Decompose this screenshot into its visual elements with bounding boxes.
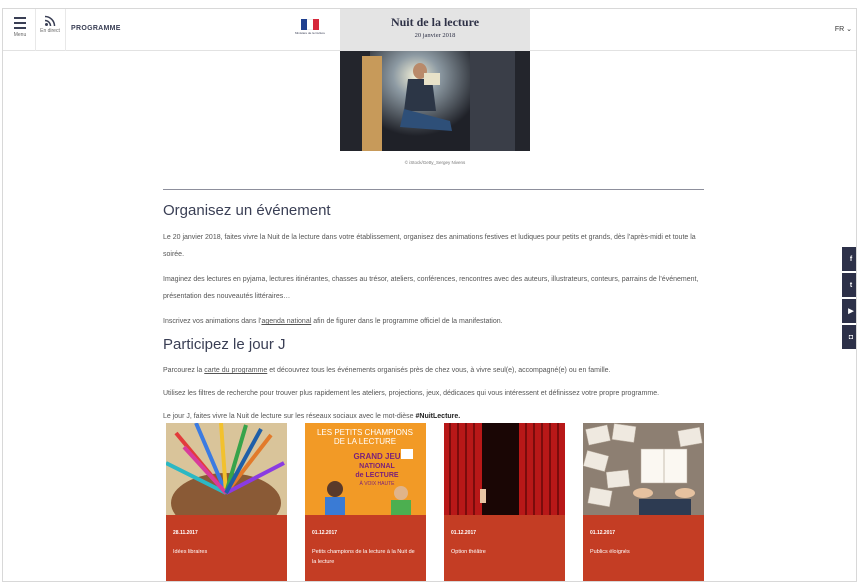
paragraph-agenda: Inscrivez vos animations dans l’agenda n… xyxy=(163,313,708,330)
card-date: 28.11.2017 xyxy=(173,530,198,536)
card-image: LES PETITS CHAMPIONS DE LA LECTURE GRAND… xyxy=(305,423,426,515)
poster-line: DE LA LECTURE xyxy=(334,437,396,446)
card-image xyxy=(583,423,704,515)
header-divider xyxy=(65,9,66,51)
news-card[interactable]: LES PETITS CHAMPIONS DE LA LECTURE GRAND… xyxy=(305,423,426,581)
paragraph-map: Parcourez la carte du programme et décou… xyxy=(163,362,708,379)
language-selector[interactable]: FR ⌄ xyxy=(835,25,852,33)
instagram-button[interactable]: ◘ xyxy=(842,325,856,349)
card-date: 01.12.2017 xyxy=(312,530,338,536)
pencils-hair-image xyxy=(166,423,287,515)
browser-page: Menu En direct PROGRAMME Ministère de la… xyxy=(2,8,857,582)
agenda-text-after: afin de figurer dans le programme offici… xyxy=(311,318,503,325)
card-date: 01.12.2017 xyxy=(451,530,477,536)
card-image xyxy=(444,423,565,515)
open-books-image xyxy=(583,423,704,515)
map-text-before: Parcourez la xyxy=(163,367,205,374)
paragraph-intro: Le 20 janvier 2018, faites vivre la Nuit… xyxy=(163,234,696,258)
french-flag-icon xyxy=(301,19,319,30)
poster-line: NATIONAL xyxy=(359,463,395,470)
theatre-curtain-image xyxy=(444,423,565,515)
hashtag: #NuitLecture. xyxy=(415,413,461,420)
image-credit: © iStock/Getty_Sergey Nivens xyxy=(404,160,466,165)
poster-line: LES PETITS CHAMPIONS xyxy=(317,428,413,437)
hero-image xyxy=(340,51,530,151)
youtube-icon: ▶ xyxy=(848,308,854,315)
card-title: Idées libraires xyxy=(173,549,208,555)
paragraph-filters: Utilisez les filtres de recherche pour t… xyxy=(163,390,660,397)
menu-button[interactable]: Menu xyxy=(9,15,31,45)
hamburger-icon xyxy=(14,17,26,29)
ministry-logo[interactable]: Ministère de la Culture xyxy=(295,19,325,43)
section-divider xyxy=(163,189,704,190)
poster-line: GRAND JEU xyxy=(353,452,400,461)
news-card[interactable]: 01.12.2017 Option théâtre xyxy=(444,423,565,581)
agenda-text-before: Inscrivez vos animations dans l’ xyxy=(163,318,262,325)
news-card[interactable]: 28.11.2017 Idées libraires xyxy=(166,423,287,581)
poster-line: À VOIX HAUTE xyxy=(359,480,395,487)
section-title-organisez: Organisez un événement xyxy=(163,202,331,219)
card-title: Publics éloignés xyxy=(590,549,630,555)
logo-text: Ministère de la Culture xyxy=(295,31,326,35)
site-title-box[interactable]: Nuit de la lecture 20 janvier 2018 xyxy=(340,9,530,51)
petits-champions-poster: LES PETITS CHAMPIONS DE LA LECTURE GRAND… xyxy=(305,423,426,515)
facebook-icon: f xyxy=(849,255,853,263)
poster-line: de LECTURE xyxy=(355,472,399,479)
card-title: Option théâtre xyxy=(451,549,486,555)
card-title: Petits champions de la lecture à la Nuit… xyxy=(312,549,415,565)
hashtag-text-before: Le jour J, faites vivre la Nuit de lectu… xyxy=(163,413,416,420)
news-card[interactable]: 01.12.2017 Publics éloignés xyxy=(583,423,704,581)
map-text-after: et découvrez tous les événements organis… xyxy=(267,367,611,374)
site-date: 20 janvier 2018 xyxy=(414,32,456,39)
instagram-icon: ◘ xyxy=(848,333,854,341)
header-divider xyxy=(35,9,36,51)
section-title-participez: Participez le jour J xyxy=(163,336,286,353)
twitter-icon: t xyxy=(849,281,853,289)
card-image xyxy=(166,423,287,515)
card-date: 01.12.2017 xyxy=(590,530,616,536)
facebook-button[interactable]: f xyxy=(842,247,856,271)
live-button[interactable]: En direct xyxy=(39,15,61,45)
site-header: Menu En direct PROGRAMME Ministère de la… xyxy=(3,9,856,51)
reading-man-illustration xyxy=(340,51,530,151)
site-title: Nuit de la lecture xyxy=(390,15,480,29)
rss-icon xyxy=(44,15,56,27)
live-label: En direct xyxy=(40,28,60,34)
programme-link[interactable]: PROGRAMME xyxy=(71,25,121,32)
agenda-link[interactable]: agenda national xyxy=(261,318,311,325)
paragraph-ideas: Imaginez des lectures en pyjama, lecture… xyxy=(163,276,699,300)
menu-label: Menu xyxy=(13,32,27,38)
programme-map-link[interactable]: carte du programme xyxy=(204,367,267,374)
youtube-button[interactable]: ▶ xyxy=(842,299,856,323)
twitter-button[interactable]: t xyxy=(842,273,856,297)
